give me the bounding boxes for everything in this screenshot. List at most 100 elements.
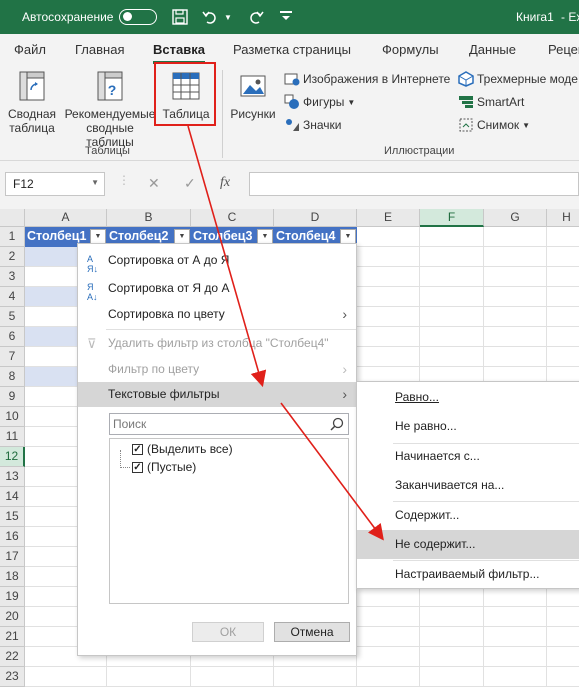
grid-cell[interactable] [420, 267, 484, 287]
grid-cell[interactable] [420, 327, 484, 347]
select-all-corner[interactable] [0, 209, 25, 227]
column-header[interactable]: A [25, 209, 107, 227]
row-header[interactable]: 4 [0, 287, 25, 307]
text-filters-item[interactable]: Текстовые фильтры › [78, 382, 356, 407]
pivot-table-button[interactable]: Сводная таблица [4, 70, 60, 135]
grid-cell[interactable] [191, 667, 274, 687]
sort-by-color-item[interactable]: Сортировка по цвету › [78, 302, 356, 327]
row-header[interactable]: 5 [0, 307, 25, 327]
grid-cell[interactable] [420, 647, 484, 667]
tab-file[interactable]: Файл [14, 42, 46, 57]
grid-cell[interactable] [547, 647, 579, 667]
screenshot-button[interactable]: Снимок ▼ [458, 117, 530, 133]
ends-with-item[interactable]: Заканчивается на... [357, 471, 579, 500]
column-header[interactable]: E [357, 209, 420, 227]
drag-handle-icon[interactable]: ⋮ [118, 173, 130, 187]
grid-cell[interactable] [357, 647, 420, 667]
grid-cell[interactable] [484, 307, 547, 327]
cancel-icon[interactable]: ✕ [148, 175, 160, 192]
shapes-button[interactable]: Фигуры ▼ [284, 94, 355, 110]
row-header[interactable]: 14 [0, 487, 25, 507]
redo-icon[interactable] [246, 7, 266, 27]
grid-cell[interactable] [547, 587, 579, 607]
grid-cell[interactable] [357, 267, 420, 287]
row-header[interactable]: 12 [0, 447, 25, 467]
undo-icon[interactable] [200, 7, 220, 27]
grid-cell[interactable] [547, 247, 579, 267]
begins-with-item[interactable]: Начинается с... [357, 442, 579, 471]
row-header[interactable]: 16 [0, 527, 25, 547]
filter-by-color-item[interactable]: Фильтр по цвету › [78, 357, 356, 382]
grid-cell[interactable] [547, 267, 579, 287]
grid-cell[interactable] [357, 307, 420, 327]
row-header[interactable]: 3 [0, 267, 25, 287]
grid-cell[interactable] [357, 607, 420, 627]
row-header[interactable]: 21 [0, 627, 25, 647]
customize-toolbar-icon[interactable] [276, 7, 296, 27]
grid-cell[interactable] [420, 227, 484, 247]
save-icon[interactable] [170, 7, 190, 27]
grid-cell[interactable] [484, 627, 547, 647]
grid-cell[interactable] [484, 587, 547, 607]
enter-icon[interactable]: ✓ [184, 175, 196, 192]
models-3d-button[interactable]: Трехмерные моде [458, 71, 578, 87]
name-box[interactable]: F12 ▼ [5, 172, 105, 196]
grid-cell[interactable] [357, 587, 420, 607]
grid-cell[interactable] [357, 667, 420, 687]
sort-za-item[interactable]: Я А↓ Сортировка от Я до А [78, 276, 356, 302]
grid-cell[interactable] [484, 247, 547, 267]
grid-cell[interactable] [484, 607, 547, 627]
insert-function-icon[interactable]: fx [220, 175, 230, 191]
pictures-button[interactable]: Рисунки [228, 70, 278, 121]
formula-input[interactable] [249, 172, 579, 196]
grid-cell[interactable] [484, 667, 547, 687]
grid-cell[interactable] [547, 307, 579, 327]
grid-cell[interactable] [357, 247, 420, 267]
row-header[interactable]: 13 [0, 467, 25, 487]
column-header[interactable]: F [420, 209, 484, 227]
smartart-button[interactable]: SmartArt [458, 94, 524, 110]
search-input[interactable]: Поиск [109, 413, 349, 435]
row-header[interactable]: 9 [0, 387, 25, 407]
grid-cell[interactable] [274, 667, 357, 687]
equals-item[interactable]: Равно... [357, 383, 579, 412]
tab-formulas[interactable]: Формулы [382, 42, 439, 57]
column-header[interactable]: B [107, 209, 191, 227]
custom-filter-item[interactable]: Настраиваемый фильтр... [357, 560, 579, 589]
row-header[interactable]: 1 [0, 227, 25, 247]
grid-cell[interactable] [25, 667, 107, 687]
grid-cell[interactable] [420, 587, 484, 607]
grid-cell[interactable] [547, 627, 579, 647]
grid-cell[interactable] [484, 347, 547, 367]
grid-cell[interactable] [357, 627, 420, 647]
row-header[interactable]: 2 [0, 247, 25, 267]
grid-cell[interactable] [420, 607, 484, 627]
grid-cell[interactable] [357, 347, 420, 367]
cancel-button[interactable]: Отмена [274, 622, 350, 642]
row-header[interactable]: 11 [0, 427, 25, 447]
icons-button[interactable]: Значки [284, 117, 342, 133]
row-header[interactable]: 23 [0, 667, 25, 687]
row-header[interactable]: 7 [0, 347, 25, 367]
ok-button[interactable]: ОК [192, 622, 264, 642]
grid-cell[interactable] [547, 327, 579, 347]
select-all-checkbox[interactable]: ✓ [132, 444, 143, 455]
grid-cell[interactable] [484, 647, 547, 667]
autosave-toggle[interactable] [119, 9, 157, 25]
grid-cell[interactable] [357, 287, 420, 307]
grid-cell[interactable] [420, 627, 484, 647]
grid-cell[interactable] [547, 227, 579, 247]
grid-cell[interactable] [420, 287, 484, 307]
grid-cell[interactable] [357, 327, 420, 347]
recommended-pivot-button[interactable]: ? Рекомендуемые сводные таблицы [62, 70, 158, 149]
grid-cell[interactable] [547, 347, 579, 367]
grid-cell[interactable] [420, 667, 484, 687]
grid-cell[interactable] [547, 287, 579, 307]
grid-cell[interactable] [547, 667, 579, 687]
row-header[interactable]: 10 [0, 407, 25, 427]
online-images-button[interactable]: Изображения в Интернете [284, 71, 450, 87]
row-header[interactable]: 20 [0, 607, 25, 627]
grid-cell[interactable] [484, 227, 547, 247]
row-header[interactable]: 22 [0, 647, 25, 667]
not-equals-item[interactable]: Не равно... [357, 412, 579, 441]
